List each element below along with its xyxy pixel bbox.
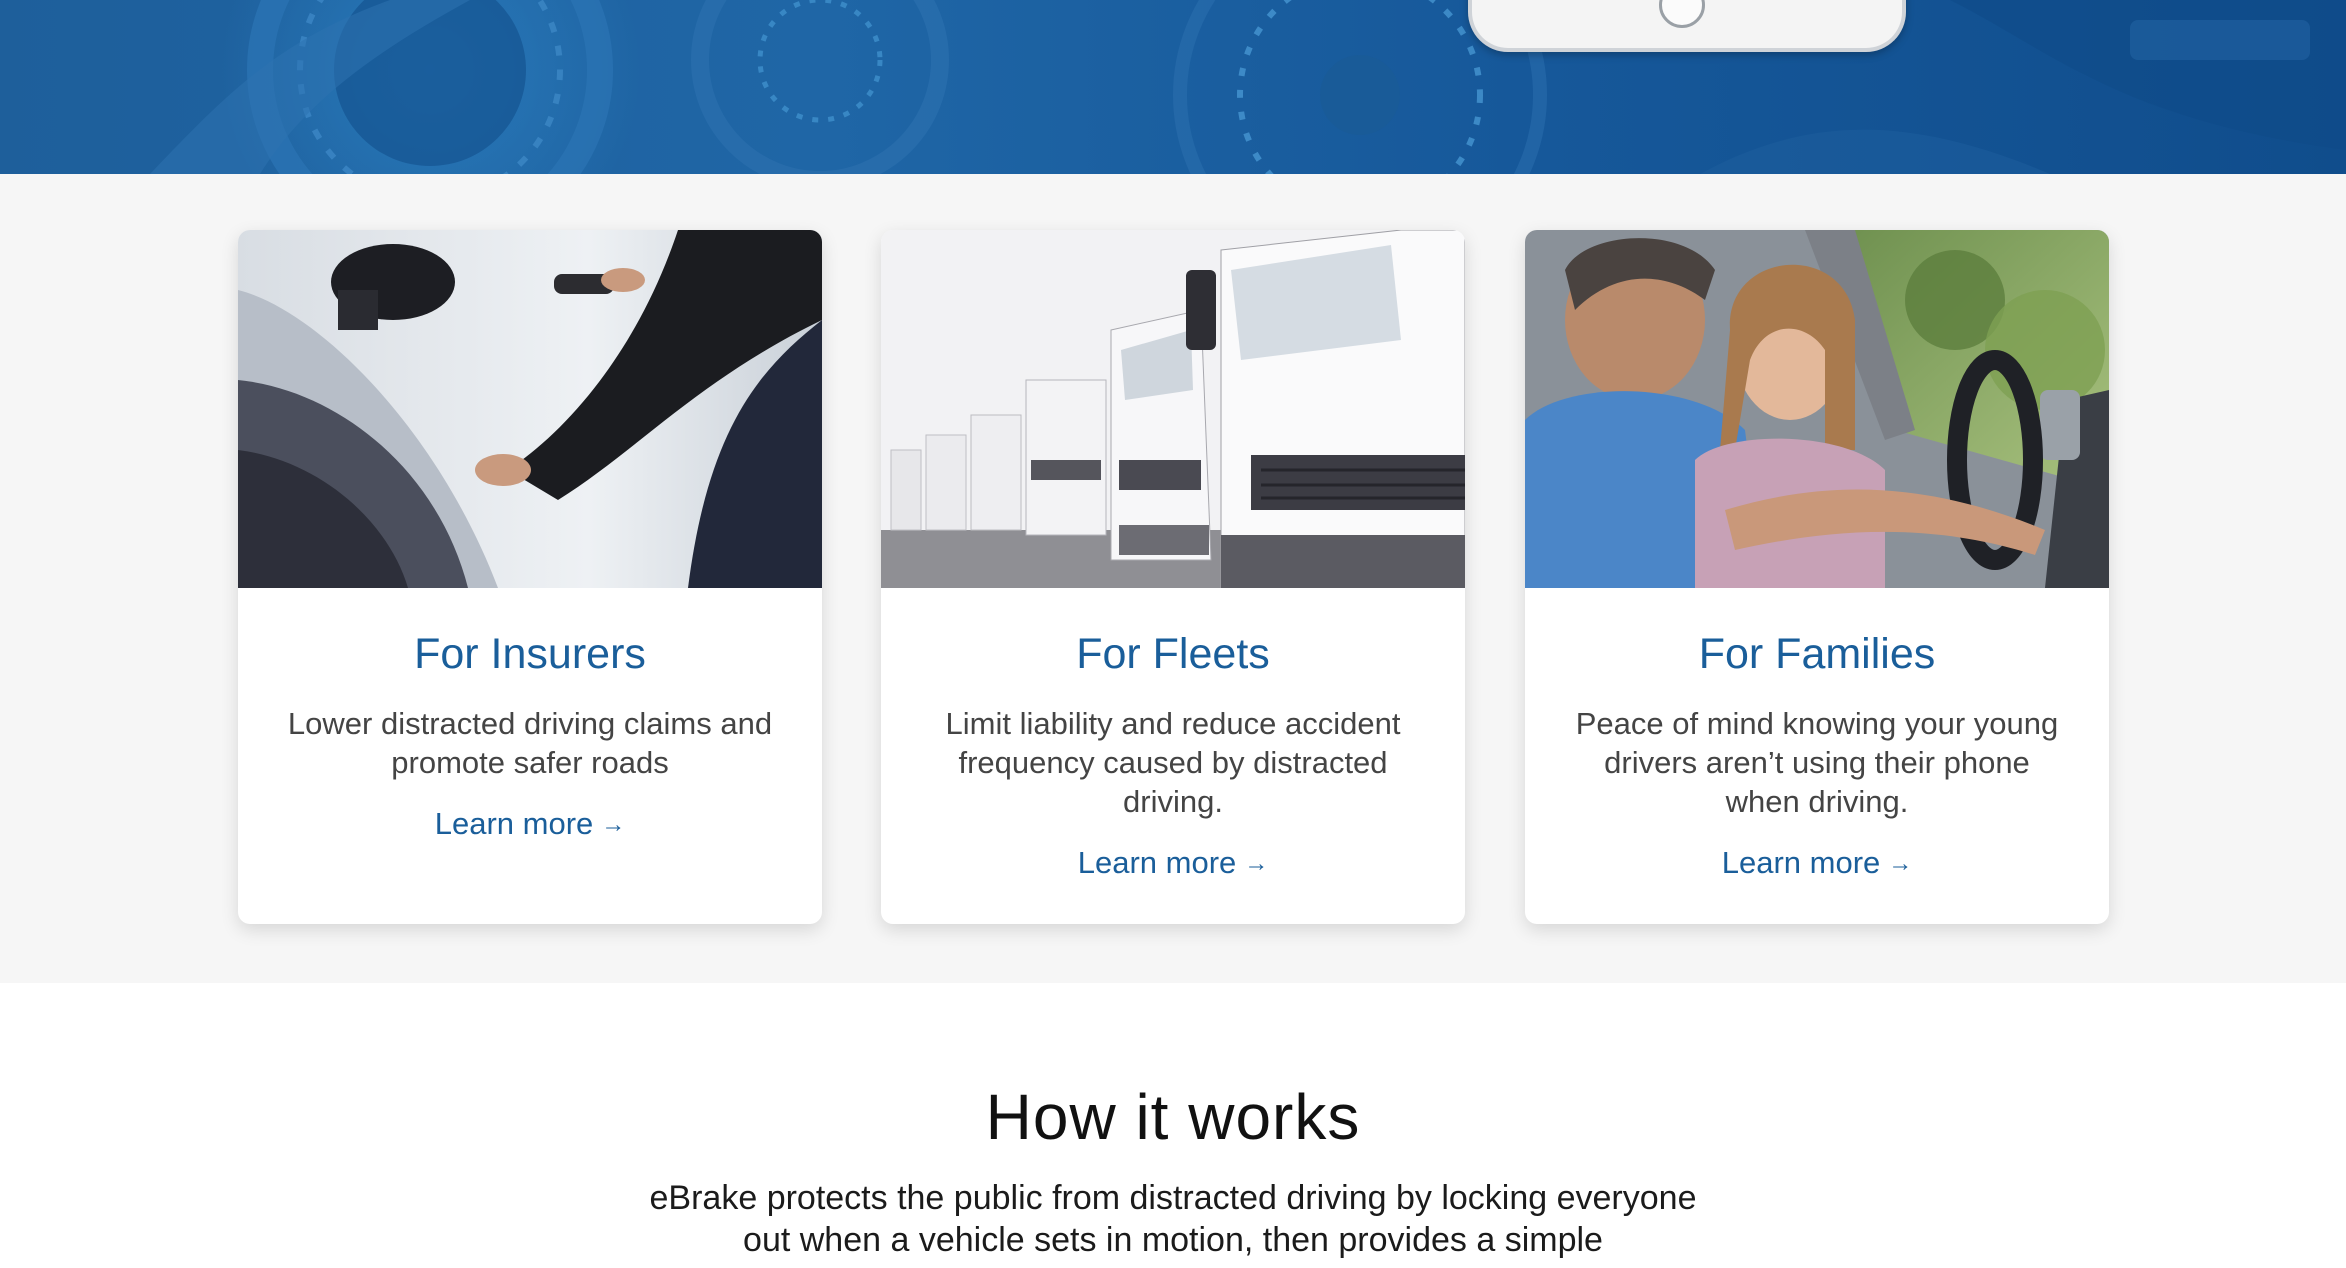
- card-description: Limit liability and reduce accident freq…: [945, 706, 1401, 819]
- card-fleets: For Fleets Limit liability and reduce ac…: [881, 230, 1465, 924]
- insurers-car-keys-image: [238, 230, 822, 588]
- link-label: Learn more: [1077, 845, 1237, 880]
- section-description: eBrake protects the public from distract…: [649, 1179, 1697, 1259]
- card-title: For Families: [1698, 630, 1936, 678]
- card-families: For Families Peace of mind knowing your …: [1525, 230, 2109, 924]
- card-insurers: For Insurers Lower distracted driving cl…: [238, 230, 822, 924]
- card-description: Lower distracted driving claims and prom…: [287, 706, 773, 780]
- card-title: For Fleets: [1076, 630, 1270, 678]
- phone-illustration: [1468, 0, 1906, 52]
- fleet-trucks-image: [881, 230, 1465, 588]
- link-label: Learn more: [1721, 845, 1881, 880]
- section-title: How it works: [985, 1081, 1361, 1153]
- arrow-right-icon: →: [601, 811, 626, 838]
- audience-cards-section: For Insurers Lower distracted driving cl…: [0, 174, 2346, 983]
- phone-home-button-icon: [1659, 0, 1705, 28]
- card-description: Peace of mind knowing your young drivers…: [1575, 706, 2059, 819]
- learn-more-insurers-link[interactable]: Learn more →: [435, 804, 626, 845]
- dashboard-background-image: [150, 0, 2346, 174]
- card-title: For Insurers: [414, 630, 646, 678]
- link-label: Learn more: [434, 806, 594, 841]
- hero-banner: [0, 0, 2346, 174]
- learn-more-families-link[interactable]: Learn more →: [1722, 843, 1913, 884]
- family-driving-image: [1525, 230, 2109, 588]
- learn-more-fleets-link[interactable]: Learn more →: [1078, 843, 1269, 884]
- arrow-right-icon: →: [1888, 850, 1913, 877]
- how-it-works-section: How it works eBrake protects the public …: [0, 983, 2346, 1268]
- arrow-right-icon: →: [1244, 850, 1269, 877]
